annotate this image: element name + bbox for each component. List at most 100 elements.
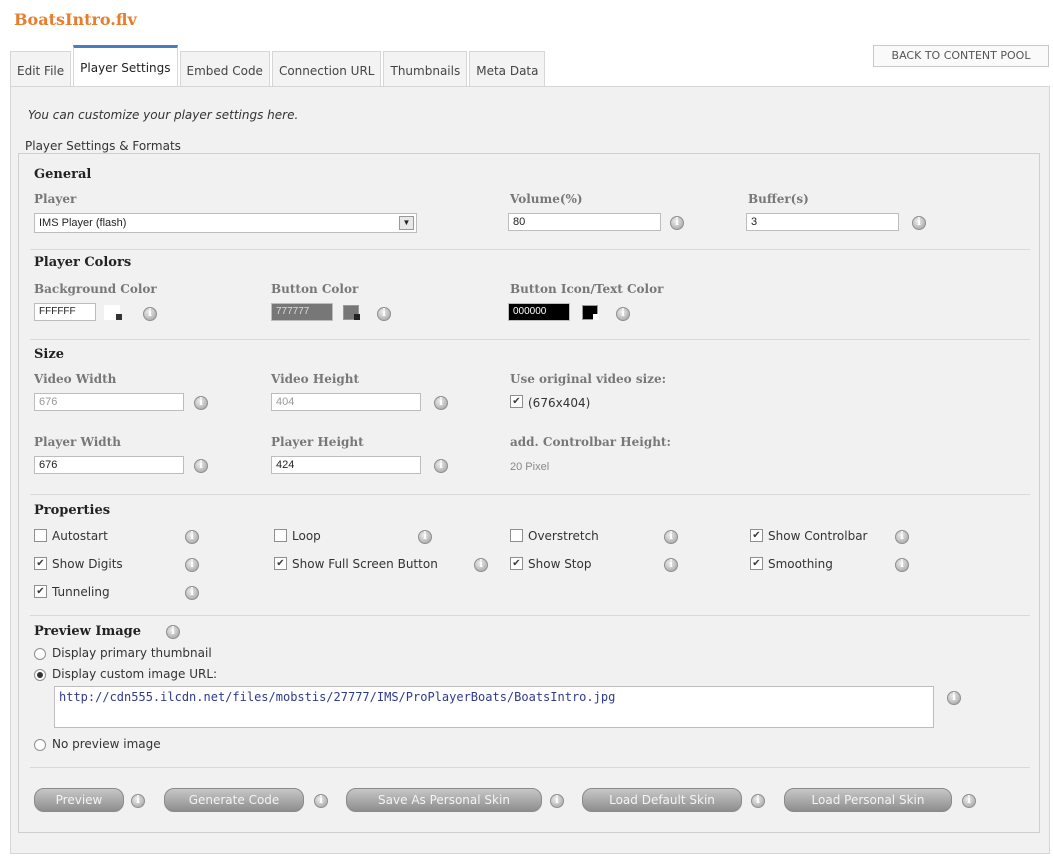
preview-button[interactable]: Preview xyxy=(34,788,124,812)
player-height-label: Player Height xyxy=(271,435,364,449)
button-icon-color-input[interactable]: 000000 xyxy=(508,303,570,321)
info-icon[interactable]: i xyxy=(751,794,765,808)
primary-thumbnail-label: Display primary thumbnail xyxy=(52,646,212,660)
back-to-content-pool-button[interactable]: BACK TO CONTENT POOL xyxy=(873,45,1049,67)
info-icon[interactable]: i xyxy=(912,216,926,230)
show-controlbar-checkbox[interactable]: ✔ xyxy=(750,529,763,542)
tab-player-settings[interactable]: Player Settings xyxy=(73,45,178,87)
info-icon[interactable]: i xyxy=(185,530,199,544)
custom-image-label: Display custom image URL: xyxy=(52,667,218,681)
buffer-label: Buffer(s) xyxy=(748,192,809,206)
video-height-input[interactable]: 404 xyxy=(271,393,421,411)
info-icon[interactable]: i xyxy=(434,396,448,410)
info-icon[interactable]: i xyxy=(314,794,328,808)
player-select[interactable]: IMS Player (flash) ▼ xyxy=(34,213,417,233)
tab-connection-url[interactable]: Connection URL xyxy=(271,51,382,87)
autostart-label: Autostart xyxy=(52,529,108,543)
intro-text: You can customize your player settings h… xyxy=(28,108,299,122)
info-icon[interactable]: i xyxy=(616,307,630,321)
divider xyxy=(30,615,1030,616)
controlbar-height-value: 20 Pixel xyxy=(510,461,550,473)
button-icon-color-label: Button Icon/Text Color xyxy=(510,282,664,296)
show-controlbar-label: Show Controlbar xyxy=(768,529,868,543)
info-icon[interactable]: i xyxy=(166,625,180,639)
custom-image-url-input[interactable]: http://cdn555.ilcdn.net/files/mobstis/27… xyxy=(54,686,934,728)
info-icon[interactable]: i xyxy=(895,558,909,572)
load-personal-skin-button[interactable]: Load Personal Skin xyxy=(784,788,952,812)
loop-checkbox[interactable] xyxy=(274,529,287,542)
button-color-input[interactable]: 777777 xyxy=(271,303,333,321)
video-width-label: Video Width xyxy=(34,372,117,386)
tab-edit-file[interactable]: Edit File xyxy=(10,51,72,87)
info-icon[interactable]: i xyxy=(550,794,564,808)
show-stop-label: Show Stop xyxy=(528,557,592,571)
info-icon[interactable]: i xyxy=(194,396,208,410)
autostart-checkbox[interactable] xyxy=(34,529,47,542)
checkmark-icon: ✔ xyxy=(752,558,761,569)
volume-label: Volume(%) xyxy=(510,192,583,206)
info-icon[interactable]: i xyxy=(664,530,678,544)
general-heading: General xyxy=(34,167,92,182)
overstretch-checkbox[interactable] xyxy=(510,529,523,542)
info-icon[interactable]: i xyxy=(418,530,432,544)
info-icon[interactable]: i xyxy=(185,558,199,572)
info-icon[interactable]: i xyxy=(670,216,684,230)
tunneling-checkbox[interactable]: ✔ xyxy=(34,585,47,598)
page-title: BoatsIntro.flv xyxy=(14,10,137,29)
original-size-checkbox[interactable]: ✔ xyxy=(510,395,523,408)
button-color-label: Button Color xyxy=(271,282,359,296)
info-icon[interactable]: i xyxy=(194,459,208,473)
tunneling-label: Tunneling xyxy=(52,585,110,599)
divider xyxy=(30,249,1030,250)
original-size-label: Use original video size: xyxy=(510,372,667,386)
info-icon[interactable]: i xyxy=(185,586,199,600)
tab-thumbnails[interactable]: Thumbnails xyxy=(383,51,468,87)
player-label: Player xyxy=(34,192,77,206)
loop-label: Loop xyxy=(292,529,321,543)
load-default-skin-button[interactable]: Load Default Skin xyxy=(582,788,742,812)
background-color-input[interactable]: FFFFFF xyxy=(34,303,96,321)
info-icon[interactable]: i xyxy=(377,307,391,321)
divider xyxy=(30,494,1030,495)
info-icon[interactable]: i xyxy=(434,459,448,473)
no-preview-label: No preview image xyxy=(52,737,161,751)
info-icon[interactable]: i xyxy=(131,794,145,808)
player-colors-heading: Player Colors xyxy=(34,255,132,270)
volume-input[interactable]: 80 xyxy=(508,213,661,231)
video-width-input[interactable]: 676 xyxy=(34,393,184,411)
properties-heading: Properties xyxy=(34,503,111,518)
info-icon[interactable]: i xyxy=(143,307,157,321)
tab-bar: Edit File Player Settings Embed Code Con… xyxy=(10,45,547,87)
player-height-input[interactable]: 424 xyxy=(271,456,421,474)
player-width-label: Player Width xyxy=(34,435,121,449)
smoothing-checkbox[interactable]: ✔ xyxy=(750,557,763,570)
tab-meta-data[interactable]: Meta Data xyxy=(469,51,546,87)
generate-code-button[interactable]: Generate Code xyxy=(164,788,304,812)
preview-image-heading: Preview Image xyxy=(34,624,141,639)
checkmark-icon: ✔ xyxy=(512,558,521,569)
checkmark-icon: ✔ xyxy=(36,586,45,597)
dropdown-arrow-icon[interactable]: ▼ xyxy=(399,216,414,230)
original-size-value: (676x404) xyxy=(528,396,591,410)
show-full-screen-button-checkbox[interactable]: ✔ xyxy=(274,557,287,570)
controlbar-height-label: add. Controlbar Height: xyxy=(510,435,671,449)
custom-image-radio[interactable] xyxy=(34,669,46,681)
checkmark-icon: ✔ xyxy=(36,558,45,569)
info-icon[interactable]: i xyxy=(664,558,678,572)
player-width-input[interactable]: 676 xyxy=(34,456,184,474)
show-stop-checkbox[interactable]: ✔ xyxy=(510,557,523,570)
show-digits-checkbox[interactable]: ✔ xyxy=(34,557,47,570)
tab-embed-code[interactable]: Embed Code xyxy=(179,51,270,87)
info-icon[interactable]: i xyxy=(962,794,976,808)
info-icon[interactable]: i xyxy=(895,530,909,544)
info-icon[interactable]: i xyxy=(474,558,488,572)
fieldset-legend: Player Settings & Formats xyxy=(22,139,184,153)
size-heading: Size xyxy=(34,347,64,362)
info-icon[interactable]: i xyxy=(947,691,961,705)
no-preview-radio[interactable] xyxy=(34,739,46,751)
settings-fieldset xyxy=(18,153,1040,833)
buffer-input[interactable]: 3 xyxy=(746,213,899,231)
primary-thumbnail-radio[interactable] xyxy=(34,648,46,660)
checkmark-icon: ✔ xyxy=(752,530,761,541)
save-personal-skin-button[interactable]: Save As Personal Skin xyxy=(346,788,542,812)
